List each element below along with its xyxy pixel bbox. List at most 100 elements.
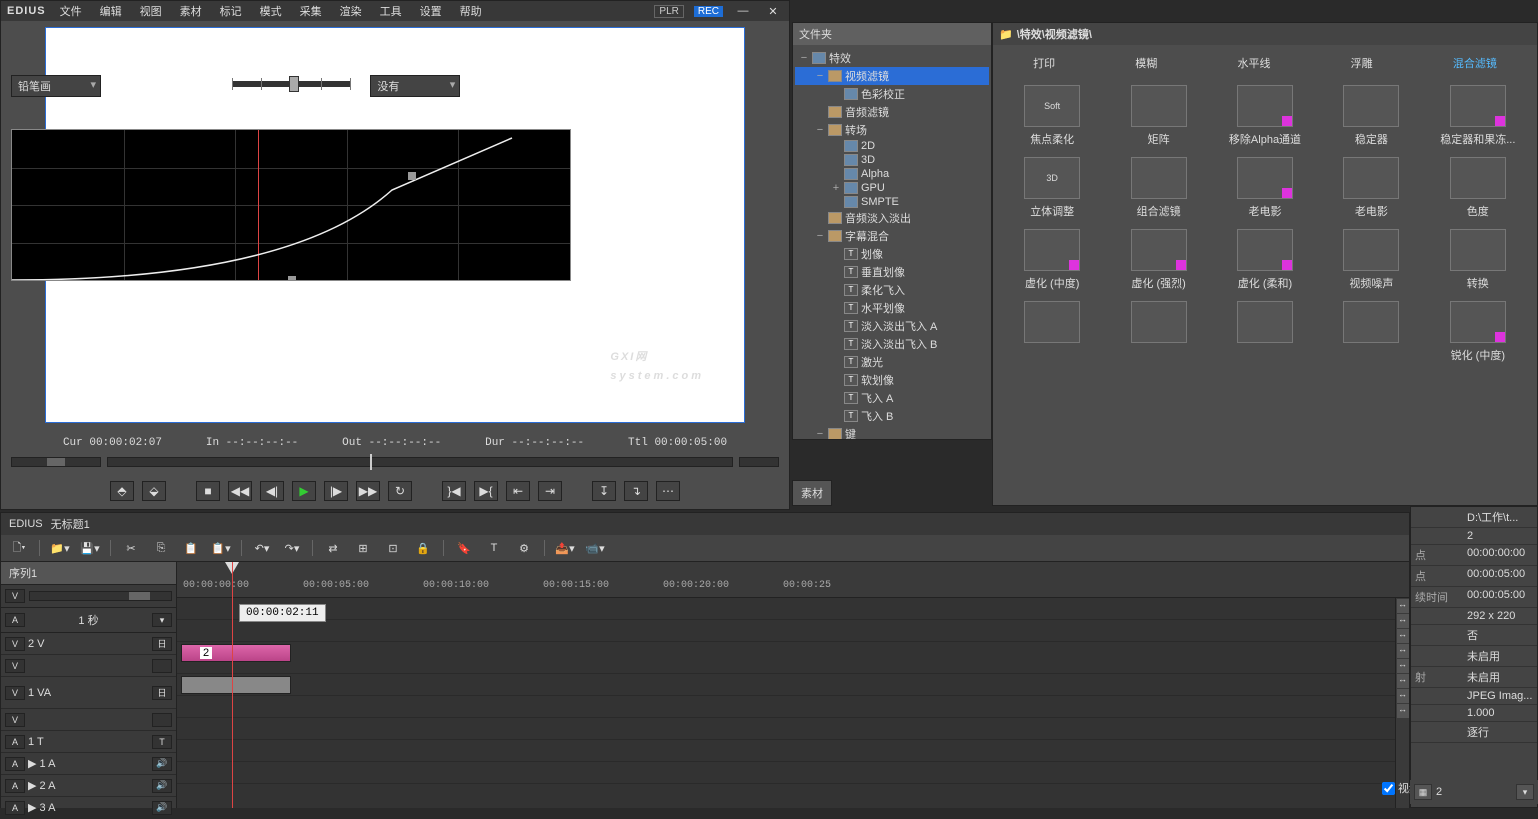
keyframe-graph[interactable] [11, 129, 571, 281]
menu-view[interactable]: 视图 [136, 3, 166, 19]
effect-item[interactable]: 转换 [1427, 229, 1529, 291]
track-header[interactable]: A▶ 2 A🔊 [1, 775, 176, 797]
open-icon[interactable]: 📁▾ [50, 539, 70, 557]
tree-item[interactable]: 音频滤镜 [795, 103, 989, 121]
tree-item[interactable]: Alpha [795, 167, 989, 181]
menu-file[interactable]: 文件 [56, 3, 86, 19]
track-header[interactable]: V [1, 709, 176, 731]
tree-item[interactable]: 色彩校正 [795, 85, 989, 103]
category-tab[interactable]: 浮雕 [1345, 53, 1379, 73]
title-icon[interactable]: T [484, 539, 504, 557]
shuttle-slider[interactable] [739, 457, 779, 467]
capture-icon[interactable]: 📹▾ [585, 539, 605, 557]
menu-capture[interactable]: 采集 [296, 3, 326, 19]
effect-item[interactable] [1001, 301, 1103, 363]
strip-arrow[interactable]: ↔ [1397, 599, 1409, 613]
undo-icon[interactable]: ↶▾ [252, 539, 272, 557]
strip-arrow[interactable]: ↔ [1397, 689, 1409, 703]
effect-item[interactable]: 3D立体调整 [1001, 157, 1103, 219]
ripple-icon[interactable]: ⇄ [323, 539, 343, 557]
goto-in-button[interactable]: ⇤ [506, 481, 530, 501]
snap-icon[interactable]: ⊞ [353, 539, 373, 557]
strip-arrow[interactable]: ↔ [1397, 674, 1409, 688]
v-toggle[interactable]: V [5, 589, 25, 603]
audio-clip[interactable] [181, 676, 291, 694]
export-icon[interactable]: 📤▾ [555, 539, 575, 557]
tree-item[interactable]: T淡入淡出飞入 B [795, 335, 989, 353]
close-icon[interactable]: ✕ [763, 2, 783, 20]
minimize-icon[interactable]: — [733, 2, 753, 20]
strip-arrow[interactable]: ↔ [1397, 644, 1409, 658]
cut-icon[interactable]: ✂ [121, 539, 141, 557]
track-lane-1va[interactable]: 2 [177, 642, 1409, 674]
extra-button[interactable]: ⋯ [656, 481, 680, 501]
redo-icon[interactable]: ↷▾ [282, 539, 302, 557]
category-tab[interactable]: 水平线 [1231, 53, 1276, 73]
zoom-slider[interactable] [11, 457, 101, 467]
timeline-scale[interactable]: 1 秒 [29, 612, 148, 628]
track-lane-2v-sub[interactable] [177, 620, 1409, 642]
effect-item[interactable]: 老电影 [1214, 157, 1316, 219]
play-button[interactable]: ▶ [292, 481, 316, 501]
category-tab[interactable]: 打印 [1027, 53, 1061, 73]
set-in-button[interactable]: ⬘ [110, 481, 134, 501]
track-header[interactable]: A▶ 1 A🔊 [1, 753, 176, 775]
effect-item[interactable] [1320, 301, 1422, 363]
category-tab[interactable]: 混合滤镜 [1447, 53, 1503, 73]
track-lane-2a[interactable] [177, 740, 1409, 762]
new-icon[interactable]: 🗋▾ [9, 539, 29, 557]
insert-button[interactable]: ↧ [592, 481, 616, 501]
track-zoom-v[interactable] [29, 591, 172, 601]
track-header[interactable]: V2 V日 [1, 633, 176, 655]
mark-out-button[interactable]: ▶{ [474, 481, 498, 501]
menu-mode[interactable]: 模式 [256, 3, 286, 19]
tree-item[interactable]: −转场 [795, 121, 989, 139]
tree-item[interactable]: −键 [795, 425, 989, 439]
effect-item[interactable]: 色度 [1427, 157, 1529, 219]
overwrite-button[interactable]: ↴ [624, 481, 648, 501]
tree-item[interactable]: 2D [795, 139, 989, 153]
tree-item[interactable]: SMPTE [795, 195, 989, 209]
br-down-icon[interactable]: ▾ [1516, 784, 1534, 800]
menu-clip[interactable]: 素材 [176, 3, 206, 19]
strip-arrow[interactable]: ↔ [1397, 704, 1409, 718]
track-lane-1va-audio[interactable] [177, 674, 1409, 696]
track-lane-2v[interactable] [177, 598, 1409, 620]
effect-item[interactable]: 锐化 (中度) [1427, 301, 1529, 363]
category-tab[interactable]: 模糊 [1129, 53, 1163, 73]
rec-indicator[interactable]: REC [694, 6, 723, 17]
effect-item[interactable]: 矩阵 [1107, 85, 1209, 147]
tree-item[interactable]: T垂直划像 [795, 263, 989, 281]
tree-item[interactable]: T水平划像 [795, 299, 989, 317]
strip-arrow[interactable]: ↔ [1397, 629, 1409, 643]
tree-item[interactable]: −特效 [795, 49, 989, 67]
track-header[interactable]: A▶ 3 A🔊 [1, 797, 176, 819]
track-lane-1t[interactable] [177, 696, 1409, 718]
tree-item[interactable]: T划像 [795, 245, 989, 263]
menu-marker[interactable]: 标记 [216, 3, 246, 19]
stop-button[interactable]: ■ [196, 481, 220, 501]
plr-indicator[interactable]: PLR [654, 5, 683, 18]
scrub-slider[interactable] [107, 457, 733, 467]
tree-item[interactable]: T飞入 A [795, 389, 989, 407]
group-icon[interactable]: ⊡ [383, 539, 403, 557]
menu-edit[interactable]: 编辑 [96, 3, 126, 19]
next-frame-button[interactable]: |▶ [324, 481, 348, 501]
effect-item[interactable] [1107, 301, 1209, 363]
rate-slider[interactable] [232, 81, 351, 87]
tree-item[interactable]: −字幕混合 [795, 227, 989, 245]
a-toggle[interactable]: A [5, 613, 25, 627]
track-header[interactable]: V1 VA日 [1, 677, 176, 709]
copy-icon[interactable]: ⎘ [151, 539, 171, 557]
effect-item[interactable]: 组合滤镜 [1107, 157, 1209, 219]
filter2-combo[interactable]: 没有 [370, 75, 460, 97]
tree-item[interactable]: 音频淡入淡出 [795, 209, 989, 227]
fforward-button[interactable]: ▶▶ [356, 481, 380, 501]
goto-out-button[interactable]: ⇥ [538, 481, 562, 501]
sequence-tab[interactable]: 序列1 [1, 562, 176, 585]
timeline-tracks-area[interactable]: 00:00:00:0000:00:05:0000:00:10:0000:00:1… [177, 562, 1409, 808]
set-out-button[interactable]: ⬙ [142, 481, 166, 501]
track-lane-1a[interactable] [177, 718, 1409, 740]
effects-tree[interactable]: −特效−视频滤镜色彩校正音频滤镜−转场2D3DAlpha+GPUSMPTE音频淡… [793, 45, 991, 439]
effect-item[interactable]: 视频噪声 [1320, 229, 1422, 291]
